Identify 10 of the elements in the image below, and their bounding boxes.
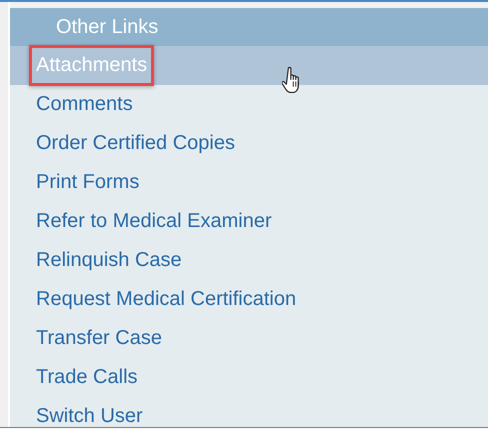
panel-title: Other Links — [56, 16, 158, 38]
link-item[interactable]: Refer to Medical Examiner — [10, 202, 488, 241]
link-item[interactable]: Request Medical Certification — [10, 280, 488, 319]
link-item[interactable]: Relinquish Case — [10, 241, 488, 280]
link-item[interactable]: Print Forms — [10, 163, 488, 202]
link-item[interactable]: Transfer Case — [10, 319, 488, 358]
link-item[interactable]: Comments — [10, 85, 488, 124]
link-item[interactable]: Switch User — [10, 397, 488, 427]
link-item[interactable]: Trade Calls — [10, 358, 488, 397]
link-item[interactable]: Order Certified Copies — [10, 124, 488, 163]
